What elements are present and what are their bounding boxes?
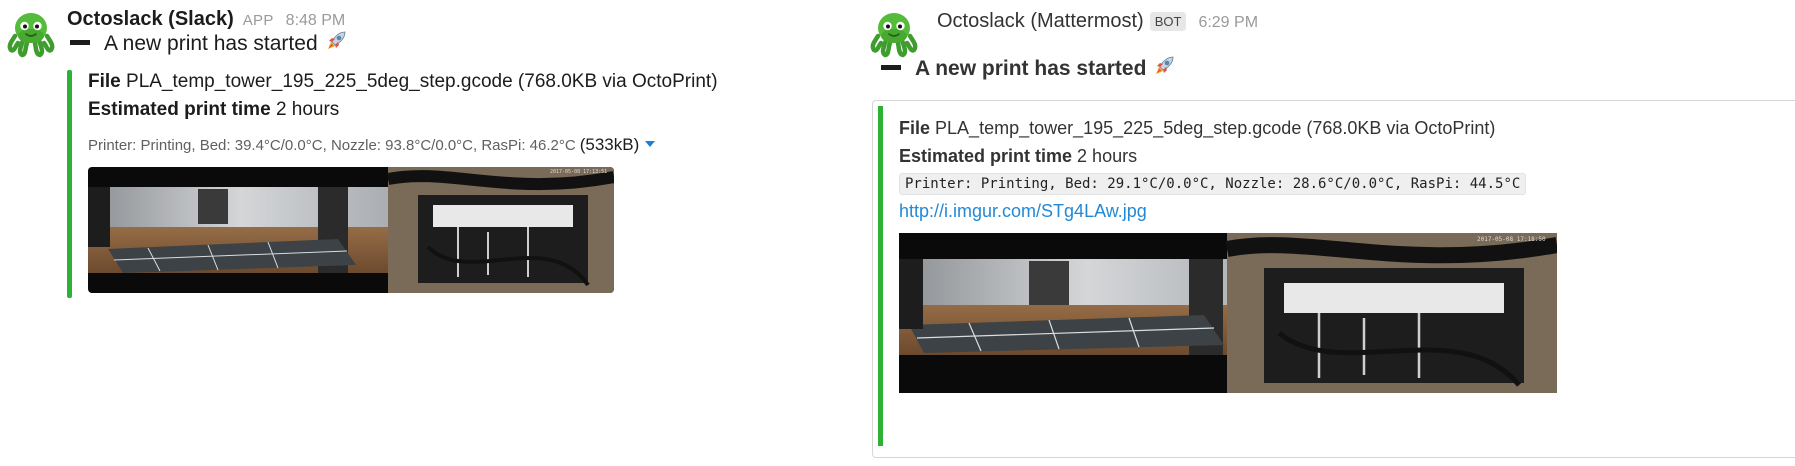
attachment-color-bar [67, 70, 72, 298]
caret-down-icon[interactable] [645, 141, 656, 148]
dash-icon [881, 64, 901, 70]
message-title: A new print has started [70, 32, 348, 56]
file-field: File PLA_temp_tower_195_225_5deg_step.gc… [899, 118, 1495, 139]
octopus-avatar-icon[interactable] [5, 6, 57, 58]
mattermost-message: Octoslack (Mattermost) BOT 6:29 PM A new… [860, 0, 1795, 466]
slack-message: Octoslack (Slack) APP 8:48 PM A new prin… [0, 0, 860, 466]
estimated-time-label: Estimated print time [899, 146, 1073, 166]
author-name[interactable]: Octoslack (Slack) [67, 8, 234, 31]
file-label: File [88, 71, 121, 92]
webcam-image[interactable]: 2017-05-08 17:18:50 [899, 233, 1557, 393]
image-size: (533kB) [579, 135, 640, 154]
octopus-avatar-icon[interactable] [868, 6, 920, 58]
rocket-icon [324, 29, 348, 53]
webcam-image[interactable]: 2017-05-08 17:13:51 [88, 167, 614, 293]
webcam-timestamp: 2017-05-08 17:13:51 [550, 169, 607, 175]
message-header: Octoslack (Slack) APP 8:48 PM [67, 8, 345, 31]
rocket-icon [1152, 54, 1176, 78]
message-timestamp[interactable]: 6:29 PM [1198, 14, 1258, 32]
estimated-time-field: Estimated print time 2 hours [899, 146, 1137, 167]
author-name[interactable]: Octoslack (Mattermost) [937, 10, 1144, 33]
printer-status-text: Printer: Printing, Bed: 39.4°C/0.0°C, No… [88, 137, 576, 154]
estimated-time-field: Estimated print time 2 hours [88, 99, 339, 121]
estimated-time-value: 2 hours [275, 99, 340, 120]
message-timestamp[interactable]: 8:48 PM [286, 12, 346, 30]
title-text: A new print has started [915, 57, 1147, 80]
title-text: A new print has started [104, 32, 318, 55]
image-link[interactable]: http://i.imgur.com/STg4LAw.jpg [899, 201, 1147, 222]
webcam-timestamp: 2017-05-08 17:18:50 [1477, 236, 1546, 243]
file-label: File [899, 118, 931, 138]
message-header: Octoslack (Mattermost) BOT 6:29 PM [937, 10, 1258, 33]
bot-tag: BOT [1149, 12, 1187, 31]
estimated-time-label: Estimated print time [88, 99, 271, 120]
printer-status: Printer: Printing, Bed: 29.1°C/0.0°C, No… [899, 173, 1527, 195]
message-title: A new print has started [881, 57, 1176, 81]
attachment-color-bar [878, 106, 883, 446]
file-value: PLA_temp_tower_195_225_5deg_step.gcode (… [935, 118, 1496, 138]
app-tag: APP [242, 12, 274, 29]
printer-status: Printer: Printing, Bed: 39.4°C/0.0°C, No… [88, 135, 656, 155]
estimated-time-value: 2 hours [1077, 146, 1138, 166]
file-value: PLA_temp_tower_195_225_5deg_step.gcode (… [126, 71, 718, 92]
file-field: File PLA_temp_tower_195_225_5deg_step.gc… [88, 71, 718, 93]
dash-icon [70, 39, 90, 45]
